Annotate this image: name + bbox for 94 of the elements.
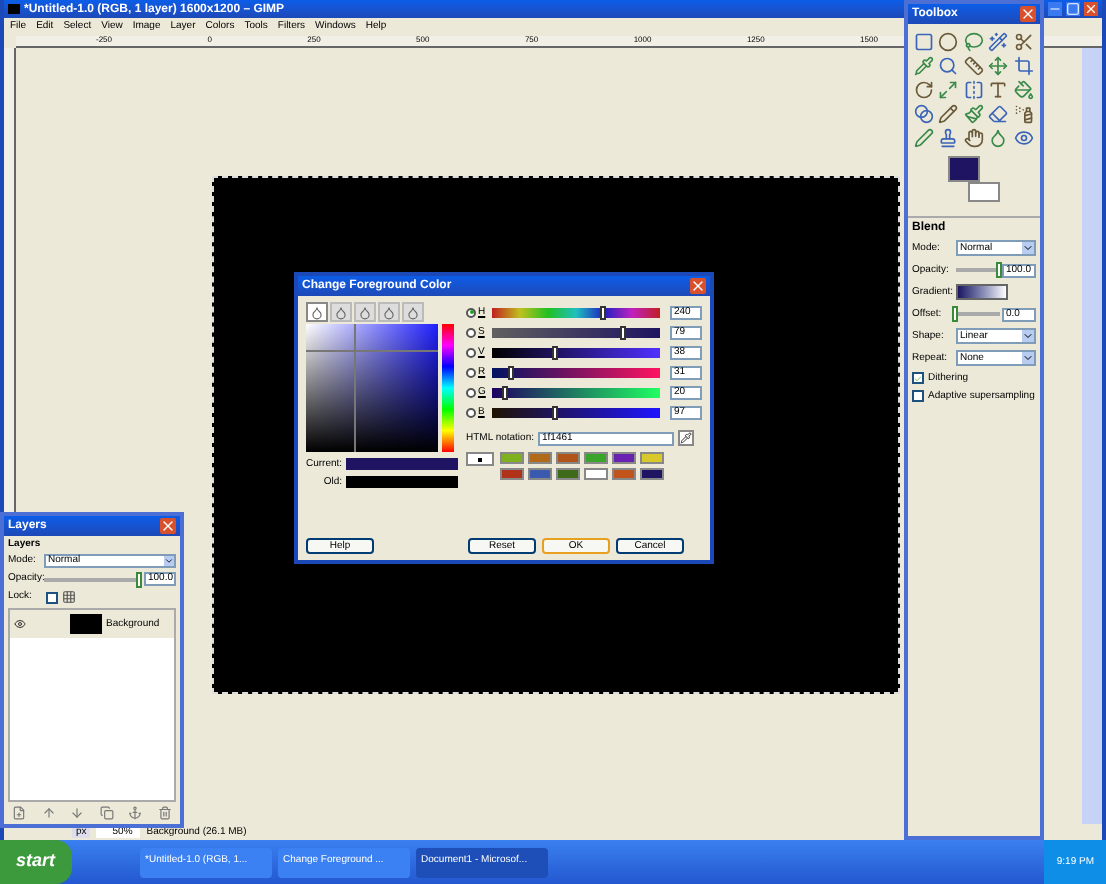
slider-track[interactable]: [492, 407, 660, 417]
close-icon[interactable]: [1020, 6, 1036, 22]
color-tab[interactable]: [306, 302, 328, 322]
zoom-icon[interactable]: [938, 56, 959, 76]
new-page-icon[interactable]: [12, 806, 26, 820]
color-tab[interactable]: [330, 302, 352, 322]
pipette-icon[interactable]: [678, 430, 694, 446]
history-swatch[interactable]: [612, 468, 636, 480]
radio-button[interactable]: [466, 407, 476, 417]
slider-thumb[interactable]: [551, 405, 558, 419]
close-icon[interactable]: [1084, 2, 1098, 16]
checkbox[interactable]: [46, 591, 58, 603]
caret-icon: [164, 556, 174, 566]
checkbox[interactable]: [912, 390, 924, 402]
radio-button[interactable]: [466, 307, 476, 317]
scale-icon[interactable]: [938, 80, 959, 100]
slider-track[interactable]: [492, 367, 660, 377]
foreground-color-swatch[interactable]: [948, 156, 980, 182]
start-button[interactable]: start: [0, 840, 72, 884]
hue-strip[interactable]: [442, 324, 454, 452]
slider-track[interactable]: [492, 307, 660, 317]
caret-icon: [1022, 352, 1034, 364]
text-tool-icon[interactable]: [988, 80, 1009, 100]
scissors-icon[interactable]: [1013, 32, 1034, 52]
color-tab[interactable]: [402, 302, 424, 322]
rotate-icon[interactable]: [914, 80, 934, 100]
stamp-icon[interactable]: [938, 128, 959, 148]
color-tab[interactable]: [378, 302, 400, 322]
ellipse-select-icon[interactable]: [938, 32, 959, 52]
slider-thumb[interactable]: [600, 305, 607, 319]
eye-icon[interactable]: [1013, 128, 1034, 148]
vertical-scrollbar[interactable]: [1082, 48, 1102, 824]
pipette-icon[interactable]: [914, 56, 934, 76]
eraser-icon[interactable]: [988, 104, 1009, 124]
history-swatch[interactable]: [556, 468, 580, 480]
caret-icon: [1022, 242, 1034, 254]
up-arrow-icon[interactable]: [41, 806, 56, 820]
wand-icon[interactable]: [988, 32, 1009, 52]
history-swatch[interactable]: [528, 452, 552, 464]
droplet-icon[interactable]: [988, 128, 1009, 148]
add-to-history-button[interactable]: [466, 452, 494, 466]
slider-thumb[interactable]: [501, 385, 508, 399]
maximize-icon[interactable]: [1066, 2, 1080, 16]
eye-icon[interactable]: [14, 618, 26, 630]
lasso-icon[interactable]: [963, 32, 984, 52]
radio-button[interactable]: [466, 367, 476, 377]
slider-thumb[interactable]: [952, 306, 958, 322]
slider-track[interactable]: [492, 347, 660, 357]
close-icon[interactable]: [160, 518, 176, 534]
history-swatch[interactable]: [640, 452, 664, 464]
close-icon[interactable]: [690, 278, 706, 294]
slider-thumb[interactable]: [551, 345, 558, 359]
history-swatch[interactable]: [500, 452, 524, 464]
rectangle-select-icon[interactable]: [914, 32, 934, 52]
radio-button[interactable]: [466, 387, 476, 397]
copy-icon[interactable]: [99, 806, 114, 820]
down-arrow-icon[interactable]: [70, 806, 85, 820]
pen-icon[interactable]: [914, 128, 934, 148]
slider-thumb[interactable]: [620, 325, 627, 339]
app-icon: [8, 4, 20, 14]
radio-button[interactable]: [466, 347, 476, 357]
pencil-icon[interactable]: [938, 104, 959, 124]
background-color-swatch[interactable]: [968, 182, 1000, 202]
history-swatch[interactable]: [528, 468, 552, 480]
history-swatch[interactable]: [584, 452, 608, 464]
slider-thumb[interactable]: [996, 262, 1002, 278]
color-tab[interactable]: [354, 302, 376, 322]
history-swatch[interactable]: [584, 468, 608, 480]
check-icon: [914, 373, 922, 383]
ruler-icon[interactable]: [963, 56, 984, 76]
history-swatch[interactable]: [640, 468, 664, 480]
slider-thumb[interactable]: [136, 571, 142, 587]
anchor-icon[interactable]: [128, 806, 143, 820]
history-swatch[interactable]: [612, 452, 636, 464]
gradient-preview[interactable]: [956, 284, 1008, 300]
history-swatch[interactable]: [556, 452, 580, 464]
checkbox[interactable]: [912, 372, 924, 384]
color-picker-square[interactable]: [306, 324, 438, 452]
crop-icon[interactable]: [1013, 56, 1034, 76]
caret-icon: [1022, 330, 1034, 342]
flip-icon[interactable]: [963, 80, 984, 100]
layer-thumbnail: [70, 614, 102, 634]
slider-track[interactable]: [492, 327, 660, 337]
hand-icon[interactable]: [963, 128, 984, 148]
bucket-icon[interactable]: [1013, 80, 1034, 100]
checker-icon[interactable]: [62, 590, 76, 604]
paintbrush-icon[interactable]: [963, 104, 984, 124]
radio-button[interactable]: [466, 327, 476, 337]
move-icon[interactable]: [988, 56, 1009, 76]
slider-thumb[interactable]: [508, 365, 515, 379]
trash-icon[interactable]: [157, 806, 172, 820]
slider-track[interactable]: [492, 387, 660, 397]
blend-icon[interactable]: [914, 104, 934, 124]
history-swatch[interactable]: [500, 468, 524, 480]
